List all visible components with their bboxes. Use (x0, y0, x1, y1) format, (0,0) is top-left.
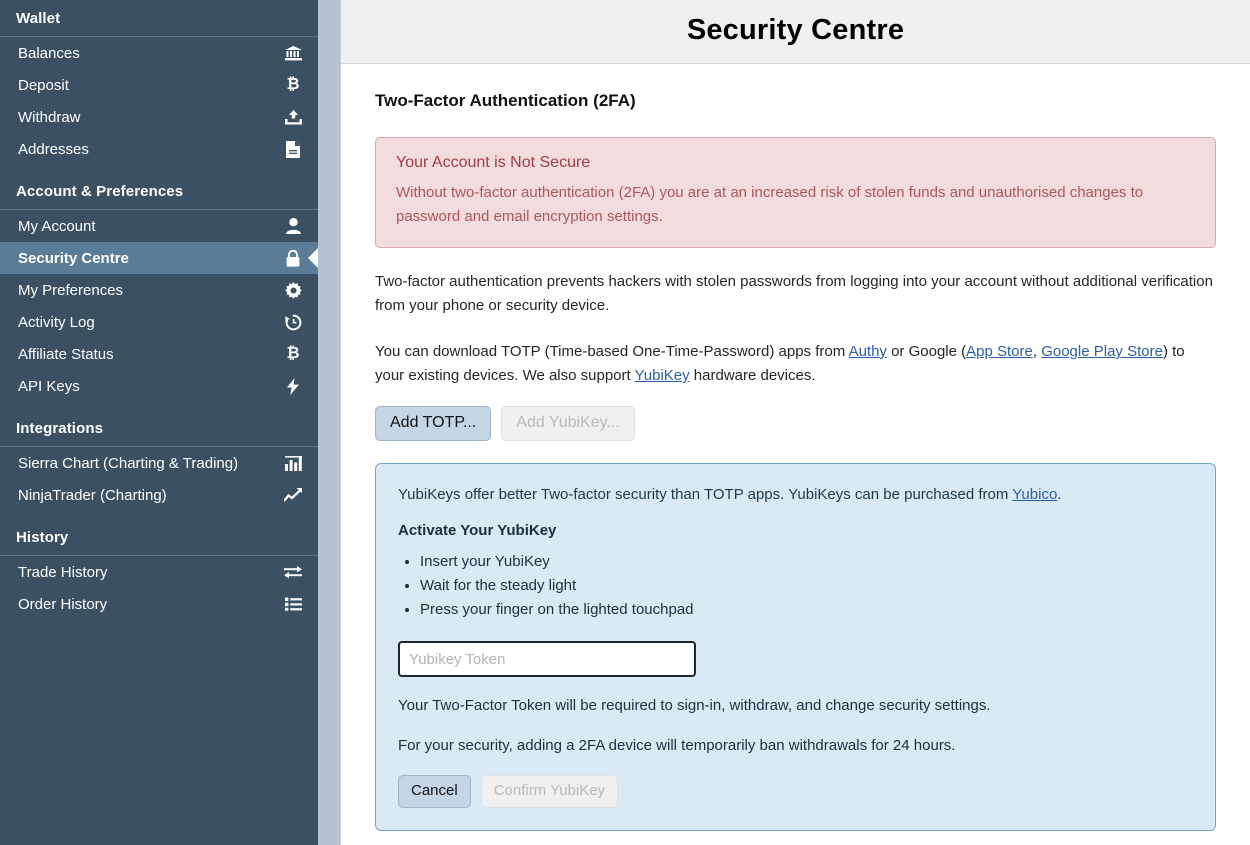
page-title: Security Centre (686, 14, 905, 46)
yubikey-step-item: Wait for the steady light (420, 574, 1193, 598)
activate-yubikey-heading: Activate Your YubiKey (398, 522, 557, 539)
yubico-link[interactable]: Yubico (1012, 486, 1057, 503)
confirm-yubikey-button[interactable]: Confirm YubiKey (480, 775, 619, 808)
sidebar-item-label: Activity Log (18, 313, 95, 331)
sidebar-item-label: Addresses (18, 140, 89, 158)
sidebar-item-label: Deposit (18, 76, 69, 94)
app-store-link[interactable]: App Store (966, 343, 1033, 360)
sidebar-item-label: Affiliate Status (18, 345, 114, 363)
yubikey-step-item: Press your finger on the lighted touchpa… (420, 598, 1193, 622)
yubikey-token-input[interactable] (398, 641, 696, 677)
download-text-part3: , (1032, 343, 1042, 360)
sidebar-item-affiliate-status[interactable]: Affiliate Status ₿ (0, 338, 318, 370)
page-header-bar: Security Centre (341, 0, 1250, 64)
intro-paragraph: Two-factor authentication prevents hacke… (375, 273, 1213, 314)
sidebar-item-addresses[interactable]: Addresses (0, 133, 318, 165)
sidebar-section-header: History (0, 519, 318, 556)
sidebar-item-label: Balances (18, 44, 80, 62)
sidebar-section-header: Wallet (0, 0, 318, 37)
bitcoin-icon: ₿ (286, 345, 300, 362)
bar-chart-icon (282, 453, 304, 473)
yubikey-activation-panel: YubiKeys offer better Two-factor securit… (375, 463, 1216, 831)
sidebar-item-deposit[interactable]: Deposit ₿ (0, 69, 318, 101)
content-body: Two-Factor Authentication (2FA) Your Acc… (341, 64, 1250, 845)
sidebar-item-sierra-chart-charting-trading[interactable]: Sierra Chart (Charting & Trading) (0, 447, 318, 479)
yubikey-panel-lead: YubiKeys offer better Two-factor securit… (398, 484, 1193, 506)
sidebar-item-ninjatrader-charting[interactable]: NinjaTrader (Charting) (0, 479, 318, 511)
sidebar-section-header: Account & Preferences (0, 173, 318, 210)
sidebar-section-spacer (0, 165, 318, 173)
security-alert: Your Account is Not Secure Without two-f… (375, 137, 1216, 248)
sidebar-item-label: API Keys (18, 377, 80, 395)
authy-link[interactable]: Authy (849, 343, 887, 360)
sidebar-content-gap (318, 0, 340, 845)
bitcoin-icon: ₿ (286, 76, 300, 93)
section-title-2fa: Two-Factor Authentication (2FA) (375, 91, 636, 110)
add-totp-button[interactable]: Add TOTP... (375, 406, 492, 441)
list-icon (282, 594, 304, 614)
download-text-part2: or Google ( (886, 343, 967, 360)
gear-icon (282, 280, 304, 300)
alert-title: Your Account is Not Secure (396, 154, 591, 171)
download-paragraph: You can download TOTP (Time-based One-Ti… (375, 340, 1216, 388)
token-note-2: For your security, adding a 2FA device w… (398, 737, 956, 754)
sidebar-item-trade-history[interactable]: Trade History (0, 556, 318, 588)
sidebar-item-order-history[interactable]: Order History (0, 588, 318, 620)
twofa-action-buttons: Add TOTP... Add YubiKey... (375, 406, 1216, 441)
alert-body-text: Without two-factor authentication (2FA) … (396, 184, 1144, 225)
sidebar-section-spacer (0, 620, 318, 628)
sidebar-section-header: Integrations (0, 410, 318, 447)
yubikey-lead-part2: . (1057, 486, 1062, 503)
user-icon (282, 216, 304, 236)
add-yubikey-button[interactable]: Add YubiKey... (501, 406, 635, 441)
yubikey-link[interactable]: YubiKey (635, 367, 690, 384)
sidebar-item-label: Sierra Chart (Charting & Trading) (18, 454, 239, 472)
sidebar-item-activity-log[interactable]: Activity Log (0, 306, 318, 338)
yubikey-step-item: Insert your YubiKey (420, 550, 1193, 574)
sidebar: Wallet Balances Deposit ₿ Withdraw Addresses A… (0, 0, 318, 845)
sidebar-item-api-keys[interactable]: API Keys (0, 370, 318, 402)
sidebar-item-label: Order History (18, 595, 108, 613)
bank-icon (282, 43, 304, 63)
sidebar-item-label: NinjaTrader (Charting) (18, 486, 167, 504)
document-icon (282, 139, 304, 159)
sidebar-item-security-centre[interactable]: Security Centre (0, 242, 318, 274)
google-play-store-link[interactable]: Google Play Store (1041, 343, 1163, 360)
sidebar-item-label: My Account (18, 217, 96, 235)
sidebar-item-label: Withdraw (18, 108, 81, 126)
bolt-icon (282, 376, 304, 396)
yubikey-lead-part1: YubiKeys offer better Two-factor securit… (398, 486, 1013, 503)
line-chart-icon (282, 485, 304, 505)
yubikey-steps-list: Insert your YubiKeyWait for the steady l… (420, 550, 1193, 622)
history-icon (282, 312, 304, 332)
download-text-part5: hardware devices. (689, 367, 816, 384)
sidebar-item-label: Trade History (18, 563, 108, 581)
lock-icon (282, 248, 304, 268)
exchange-icon (282, 562, 304, 582)
active-item-arrow-icon (308, 247, 318, 269)
sidebar-section-spacer (0, 402, 318, 410)
upload-icon (282, 107, 304, 127)
main-content: Security Centre Two-Factor Authenticatio… (340, 0, 1250, 845)
token-note-1: Your Two-Factor Token will be required t… (398, 697, 991, 714)
sidebar-item-my-preferences[interactable]: My Preferences (0, 274, 318, 306)
sidebar-section-spacer (0, 511, 318, 519)
app-root: Wallet Balances Deposit ₿ Withdraw Addresses A… (0, 0, 1250, 845)
sidebar-item-label: My Preferences (18, 281, 124, 299)
sidebar-item-withdraw[interactable]: Withdraw (0, 101, 318, 133)
yubikey-panel-buttons: Cancel Confirm YubiKey (398, 775, 1193, 808)
download-text-part1: You can download TOTP (Time-based One-Ti… (375, 343, 849, 360)
sidebar-item-label: Security Centre (18, 249, 129, 267)
sidebar-item-my-account[interactable]: My Account (0, 210, 318, 242)
cancel-button[interactable]: Cancel (398, 775, 471, 808)
sidebar-item-balances[interactable]: Balances (0, 37, 318, 69)
